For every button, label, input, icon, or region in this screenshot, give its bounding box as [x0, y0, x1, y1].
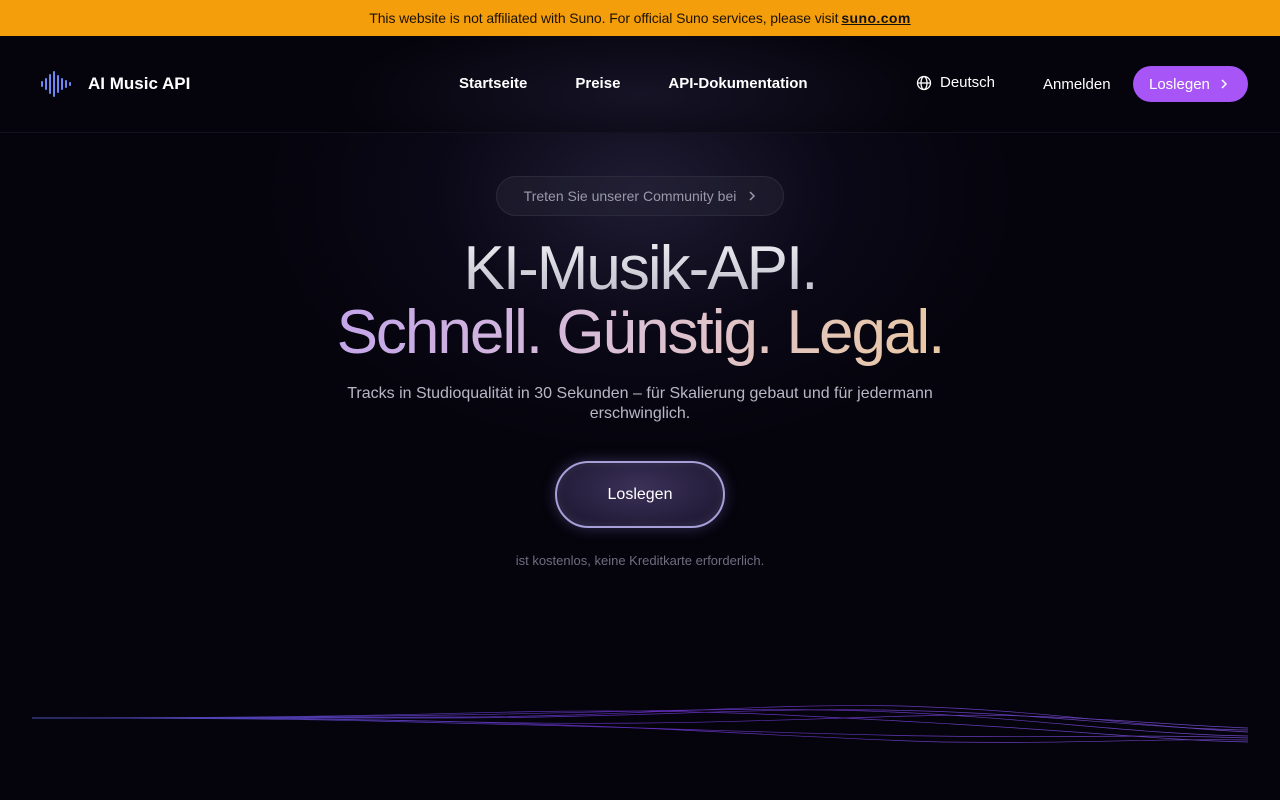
hero-section: Treten Sie unserer Community bei KI-Musi…	[0, 133, 1280, 800]
community-pill[interactable]: Treten Sie unserer Community bei	[496, 176, 784, 216]
chevron-right-icon	[1221, 79, 1227, 89]
main-nav: Startseite Preise API-Dokumentation	[459, 75, 856, 92]
waveform-decoration	[32, 705, 1248, 743]
community-label: Treten Sie unserer Community bei	[523, 188, 737, 204]
waveform-logo-icon	[41, 71, 71, 97]
get-started-label: Loslegen	[1149, 75, 1210, 93]
site-header: AI Music API Startseite Preise API-Dokum…	[0, 36, 1280, 133]
brand-name: AI Music API	[88, 74, 191, 93]
hero-subtitle: Tracks in Studioqualität in 30 Sekunden …	[347, 385, 933, 422]
disclaimer-banner: This website is not affiliated with Suno…	[0, 0, 1280, 36]
hero-title-line2: Schnell. Günstig. Legal.	[0, 297, 1280, 369]
chevron-right-icon	[749, 191, 756, 201]
suno-link[interactable]: suno.com	[841, 10, 910, 26]
logo[interactable]: AI Music API	[40, 70, 190, 98]
free-note: ist kostenlos, keine Kreditkarte erforde…	[515, 553, 765, 568]
language-label: Deutsch	[940, 74, 996, 91]
language-selector[interactable]: Deutsch	[916, 74, 995, 91]
hero-title-line1: KI-Musik-API.	[0, 233, 1280, 305]
get-started-button-header[interactable]: Loslegen	[1133, 66, 1248, 102]
globe-icon	[916, 75, 932, 90]
nav-startseite[interactable]: Startseite	[459, 75, 527, 92]
disclaimer-text: This website is not affiliated with Suno…	[369, 10, 839, 26]
get-started-button-hero[interactable]: Loslegen	[555, 461, 725, 528]
login-link[interactable]: Anmelden	[1043, 76, 1111, 93]
nav-preise[interactable]: Preise	[575, 75, 620, 92]
hero-title-line2-text: Schnell. Günstig. Legal.	[336, 298, 946, 367]
nav-api-dokumentation[interactable]: API-Dokumentation	[668, 75, 807, 92]
